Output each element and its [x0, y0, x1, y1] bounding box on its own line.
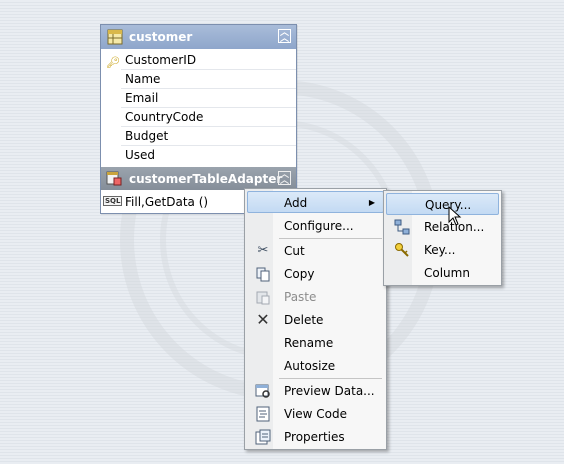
tableadapter-icon — [106, 171, 122, 186]
column-name: Used — [125, 148, 156, 162]
scissors-icon: ✂︎ — [257, 243, 269, 258]
sql-icon: SQL — [103, 196, 123, 206]
column-name: CountryCode — [125, 110, 204, 124]
column-row[interactable]: Used — [101, 146, 296, 165]
tableadapter-header[interactable]: customerTableAdapter ︿ ︿ — [101, 167, 296, 190]
column-row[interactable]: Email — [101, 89, 296, 108]
menu-item-paste[interactable]: Paste — [247, 286, 384, 308]
view-code-icon — [256, 406, 270, 422]
collapse-table-button[interactable]: ︿ ︿ — [278, 29, 291, 44]
submenu-item-query[interactable]: Query... — [386, 193, 499, 215]
paste-icon — [256, 291, 270, 305]
menu-item-cut[interactable]: ✂︎ Cut — [247, 240, 384, 262]
column-row[interactable]: Name — [101, 70, 296, 89]
datatable-header[interactable]: customer ︿ ︿ — [101, 25, 296, 49]
column-row[interactable]: 🔑︎ CustomerID — [101, 51, 296, 70]
properties-icon — [255, 429, 271, 445]
menu-item-copy[interactable]: Copy — [247, 263, 384, 285]
menu-item-autosize[interactable]: Autosize — [247, 355, 384, 377]
column-row[interactable]: CountryCode — [101, 108, 296, 127]
query-method-name: Fill,GetData () — [125, 195, 209, 209]
menu-separator — [279, 378, 382, 379]
column-name: Name — [125, 72, 161, 86]
menu-item-preview-data[interactable]: Preview Data... — [247, 380, 384, 402]
menu-separator — [279, 238, 382, 239]
add-submenu: Query... Relation... Key... Column — [383, 190, 502, 286]
relation-icon — [394, 219, 410, 235]
menu-item-configure[interactable]: Configure... — [247, 215, 384, 237]
submenu-arrow-icon: ▶ — [368, 198, 375, 207]
menu-item-delete[interactable]: ✕ Delete — [247, 309, 384, 331]
column-name: CustomerID — [125, 53, 197, 67]
datatable-title: customer — [129, 30, 193, 44]
submenu-item-relation[interactable]: Relation... — [386, 216, 499, 238]
menu-item-rename[interactable]: Rename — [247, 332, 384, 354]
datatable-columns: 🔑︎ CustomerID Name Email CountryCode Bud… — [101, 51, 296, 165]
datatable-customer[interactable]: customer ︿ ︿ 🔑︎ CustomerID Name Email Cou… — [100, 24, 297, 214]
menu-item-add[interactable]: Add ▶ — [247, 191, 384, 213]
key-icon — [395, 243, 409, 257]
menu-item-view-code[interactable]: View Code — [247, 403, 384, 425]
preview-data-icon — [255, 384, 270, 398]
column-name: Email — [125, 91, 159, 105]
copy-icon — [256, 267, 270, 282]
delete-x-icon: ✕ — [256, 310, 270, 329]
collapse-adapter-button[interactable]: ︿ ︿ — [278, 171, 291, 186]
context-menu: Add ▶ Configure... ✂︎ Cut Copy Paste ✕ D… — [244, 188, 387, 450]
mouse-cursor-icon — [448, 206, 462, 226]
submenu-item-column[interactable]: Column — [386, 262, 499, 284]
submenu-item-key[interactable]: Key... — [386, 239, 499, 261]
column-name: Budget — [125, 129, 169, 143]
menu-item-properties[interactable]: Properties — [247, 426, 384, 448]
table-icon — [107, 29, 123, 45]
column-row[interactable]: Budget — [101, 127, 296, 146]
tableadapter-title: customerTableAdapter — [129, 172, 283, 186]
